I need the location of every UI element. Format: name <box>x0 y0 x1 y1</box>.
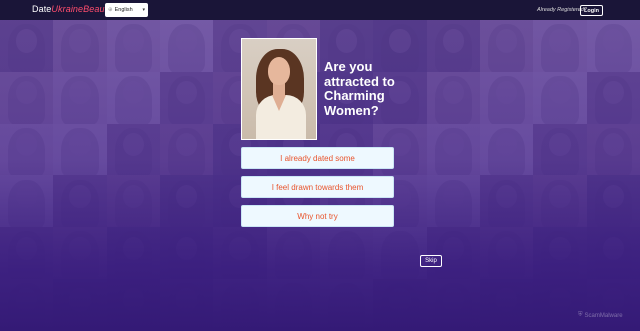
watermark-text: ScamMalware <box>584 312 623 319</box>
watermark-shield-icon: ⛨ <box>578 312 583 318</box>
site-logo[interactable]: DateUkraineBeauty <box>32 4 112 14</box>
top-header: DateUkraineBeauty ⊕ English ▾ Already Re… <box>0 0 640 20</box>
logo-accent: Ukraine <box>51 4 84 14</box>
logo-main: Date <box>32 4 52 14</box>
answer-button-2[interactable]: I feel drawn towards them <box>241 176 394 198</box>
login-button[interactable]: Login <box>580 5 603 16</box>
language-select[interactable]: ⊕ English ▾ <box>105 3 148 17</box>
answer-button-3[interactable]: Why not try <box>241 205 394 227</box>
skip-button[interactable]: Skip <box>420 255 442 267</box>
watermark: ⛨ ScamMalware <box>578 312 623 319</box>
profile-photo <box>241 38 317 140</box>
language-value: English <box>114 7 133 13</box>
chevron-down-icon: ▾ <box>142 7 145 13</box>
answer-button-1[interactable]: I already dated some <box>241 147 394 169</box>
globe-icon: ⊕ <box>108 7 113 13</box>
quiz-question: Are you attracted to Charming Women? <box>324 59 395 118</box>
